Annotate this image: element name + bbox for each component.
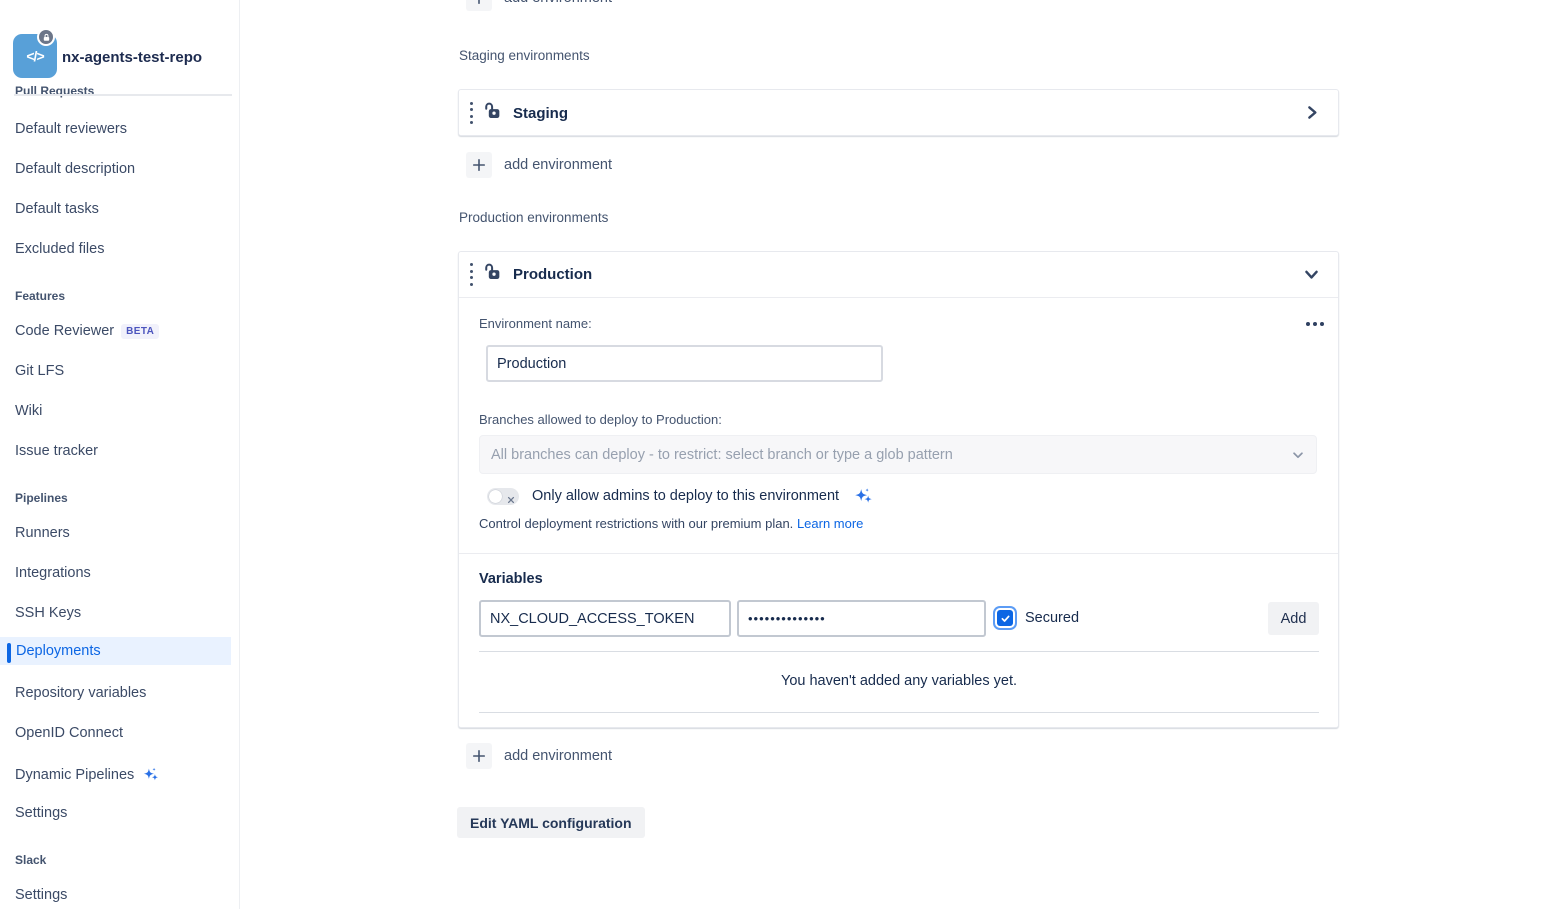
- environment-name-input[interactable]: [486, 345, 883, 382]
- plus-icon: [466, 743, 492, 769]
- variables-empty-text: You haven't added any variables yet.: [479, 673, 1319, 689]
- branches-select[interactable]: All branches can deploy - to restrict: s…: [479, 435, 1317, 474]
- secured-checkbox[interactable]: [997, 610, 1013, 626]
- sidebar-item-excluded-files[interactable]: Excluded files: [15, 241, 104, 257]
- active-indicator: [7, 643, 11, 663]
- branches-select-placeholder: All branches can deploy - to restrict: s…: [491, 447, 1291, 463]
- sidebar-divider: [14, 94, 232, 96]
- admin-only-toggle-label: Only allow admins to deploy to this envi…: [532, 488, 839, 504]
- add-environment-button-top[interactable]: add environment: [466, 0, 612, 11]
- sidebar-item-ssh-keys[interactable]: SSH Keys: [15, 605, 81, 621]
- add-variable-button[interactable]: Add: [1268, 602, 1319, 635]
- toggle-off-x-icon: [507, 491, 515, 509]
- sidebar-header-slack: Slack: [15, 853, 46, 867]
- ai-sparkle-icon: [852, 485, 874, 507]
- more-options-icon[interactable]: [1306, 322, 1324, 326]
- unlock-icon: [480, 100, 502, 127]
- sidebar-item-integrations[interactable]: Integrations: [15, 565, 91, 581]
- premium-plan-note: Control deployment restrictions with our…: [479, 516, 863, 531]
- chevron-down-icon: [1291, 448, 1305, 462]
- variables-list-divider: [479, 712, 1319, 713]
- admin-only-toggle[interactable]: [487, 488, 519, 505]
- variable-name-input[interactable]: [479, 600, 731, 637]
- plus-icon: [466, 152, 492, 178]
- sidebar-header-features: Features: [15, 289, 65, 303]
- code-icon: </>: [26, 48, 43, 64]
- environment-name-label: Environment name:: [479, 316, 592, 331]
- staging-environments-label: Staging environments: [459, 48, 590, 63]
- sidebar-item-default-description[interactable]: Default description: [15, 161, 135, 177]
- sidebar-item-runners[interactable]: Runners: [15, 525, 70, 541]
- chevron-right-icon[interactable]: [1303, 104, 1320, 126]
- drag-handle-icon[interactable]: [470, 263, 473, 286]
- learn-more-link[interactable]: Learn more: [797, 516, 863, 531]
- branches-allowed-label: Branches allowed to deploy to Production…: [479, 412, 722, 427]
- admin-deploy-restriction-row: Only allow admins to deploy to this envi…: [487, 485, 874, 507]
- unlock-icon: [480, 261, 502, 288]
- drag-handle-icon[interactable]: [470, 102, 473, 125]
- edit-yaml-configuration-button[interactable]: Edit YAML configuration: [457, 807, 645, 838]
- sidebar-item-code-reviewer[interactable]: Code Reviewer BETA: [15, 323, 159, 339]
- sidebar-item-dynamic-pipelines[interactable]: Dynamic Pipelines: [15, 765, 160, 784]
- sidebar-item-pipelines-settings[interactable]: Settings: [15, 805, 67, 821]
- staging-environment-card[interactable]: Staging: [458, 89, 1339, 136]
- sidebar-item-default-tasks[interactable]: Default tasks: [15, 201, 99, 217]
- variables-list-divider: [479, 651, 1319, 652]
- secured-checkbox-label: Secured: [1025, 610, 1079, 626]
- private-repo-lock-icon: [37, 28, 55, 46]
- sidebar-header-pipelines: Pipelines: [15, 491, 68, 505]
- sidebar-item-issue-tracker[interactable]: Issue tracker: [15, 443, 98, 459]
- repo-header: </> nx-agents-test-repo: [0, 0, 239, 86]
- add-production-environment-button[interactable]: add environment: [466, 743, 612, 769]
- variable-value-input[interactable]: [737, 600, 986, 637]
- sidebar-item-deployments[interactable]: Deployments: [0, 637, 231, 665]
- settings-sidebar: Pull Requests </> nx-agents-test-repo De…: [0, 0, 240, 909]
- plus-icon: [466, 0, 492, 11]
- sidebar-item-slack-settings[interactable]: Settings: [15, 887, 67, 903]
- card-section-divider: [459, 553, 1338, 554]
- sidebar-item-openid-connect[interactable]: OpenID Connect: [15, 725, 123, 741]
- beta-badge: BETA: [121, 324, 159, 339]
- add-staging-environment-button[interactable]: add environment: [466, 152, 612, 178]
- sidebar-item-git-lfs[interactable]: Git LFS: [15, 363, 64, 379]
- ai-sparkle-icon: [141, 765, 160, 784]
- sidebar-item-default-reviewers[interactable]: Default reviewers: [15, 121, 127, 137]
- production-environments-label: Production environments: [459, 210, 608, 225]
- environment-title: Staging: [513, 105, 568, 122]
- repo-name: nx-agents-test-repo: [62, 49, 202, 66]
- chevron-down-icon[interactable]: [1303, 266, 1320, 288]
- sidebar-item-repository-variables[interactable]: Repository variables: [15, 685, 146, 701]
- environment-title: Production: [513, 266, 592, 283]
- sidebar-item-wiki[interactable]: Wiki: [15, 403, 42, 419]
- variables-heading: Variables: [479, 571, 543, 587]
